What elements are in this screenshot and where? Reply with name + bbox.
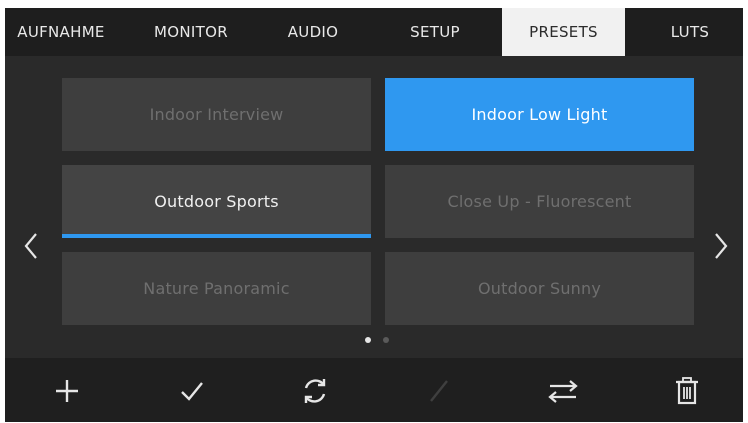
preset-label: Close Up - Fluorescent bbox=[447, 192, 632, 211]
trash-icon bbox=[676, 377, 698, 405]
chevron-right-icon[interactable] bbox=[705, 228, 735, 264]
preset-nature-panoramic[interactable]: Nature Panoramic bbox=[62, 252, 371, 325]
swap-arrows-icon bbox=[548, 380, 578, 403]
preset-toolbar bbox=[5, 358, 743, 422]
preset-label: Outdoor Sports bbox=[154, 192, 279, 211]
rename-preset-button[interactable] bbox=[419, 371, 459, 411]
preset-close-up-fluorescent[interactable]: Close Up - Fluorescent bbox=[385, 165, 694, 238]
plus-icon bbox=[56, 380, 78, 402]
checkmark-icon bbox=[181, 382, 203, 401]
update-preset-button[interactable] bbox=[295, 371, 335, 411]
preset-outdoor-sports[interactable]: Outdoor Sports bbox=[62, 165, 371, 238]
focus-underline bbox=[62, 234, 371, 238]
add-preset-button[interactable] bbox=[47, 371, 87, 411]
refresh-icon bbox=[304, 379, 326, 403]
preset-indoor-low-light[interactable]: Indoor Low Light bbox=[385, 78, 694, 151]
page-dot-active[interactable] bbox=[365, 337, 371, 343]
preset-label: Nature Panoramic bbox=[143, 279, 290, 298]
tab-audio[interactable]: AUDIO bbox=[263, 8, 363, 56]
tab-monitor[interactable]: MONITOR bbox=[135, 8, 247, 56]
preset-label: Indoor Interview bbox=[149, 105, 284, 124]
import-export-button[interactable] bbox=[543, 371, 583, 411]
chevron-left-icon[interactable] bbox=[17, 228, 47, 264]
tab-bar: AUFNAHME MONITOR AUDIO SETUP PRESETS LUT… bbox=[5, 8, 743, 56]
load-preset-button[interactable] bbox=[172, 371, 212, 411]
pencil-icon bbox=[430, 380, 448, 402]
tab-luts[interactable]: LUTS bbox=[645, 8, 735, 56]
tab-aufnahme[interactable]: AUFNAHME bbox=[5, 8, 117, 56]
preset-indoor-interview[interactable]: Indoor Interview bbox=[62, 78, 371, 151]
delete-preset-button[interactable] bbox=[667, 371, 707, 411]
camera-screen: AUFNAHME MONITOR AUDIO SETUP PRESETS LUT… bbox=[5, 8, 743, 422]
page-dot[interactable] bbox=[383, 337, 389, 343]
preset-outdoor-sunny[interactable]: Outdoor Sunny bbox=[385, 252, 694, 325]
tab-setup[interactable]: SETUP bbox=[385, 8, 485, 56]
preset-label: Indoor Low Light bbox=[471, 105, 608, 124]
tab-presets[interactable]: PRESETS bbox=[502, 8, 625, 56]
preset-label: Outdoor Sunny bbox=[477, 279, 602, 298]
